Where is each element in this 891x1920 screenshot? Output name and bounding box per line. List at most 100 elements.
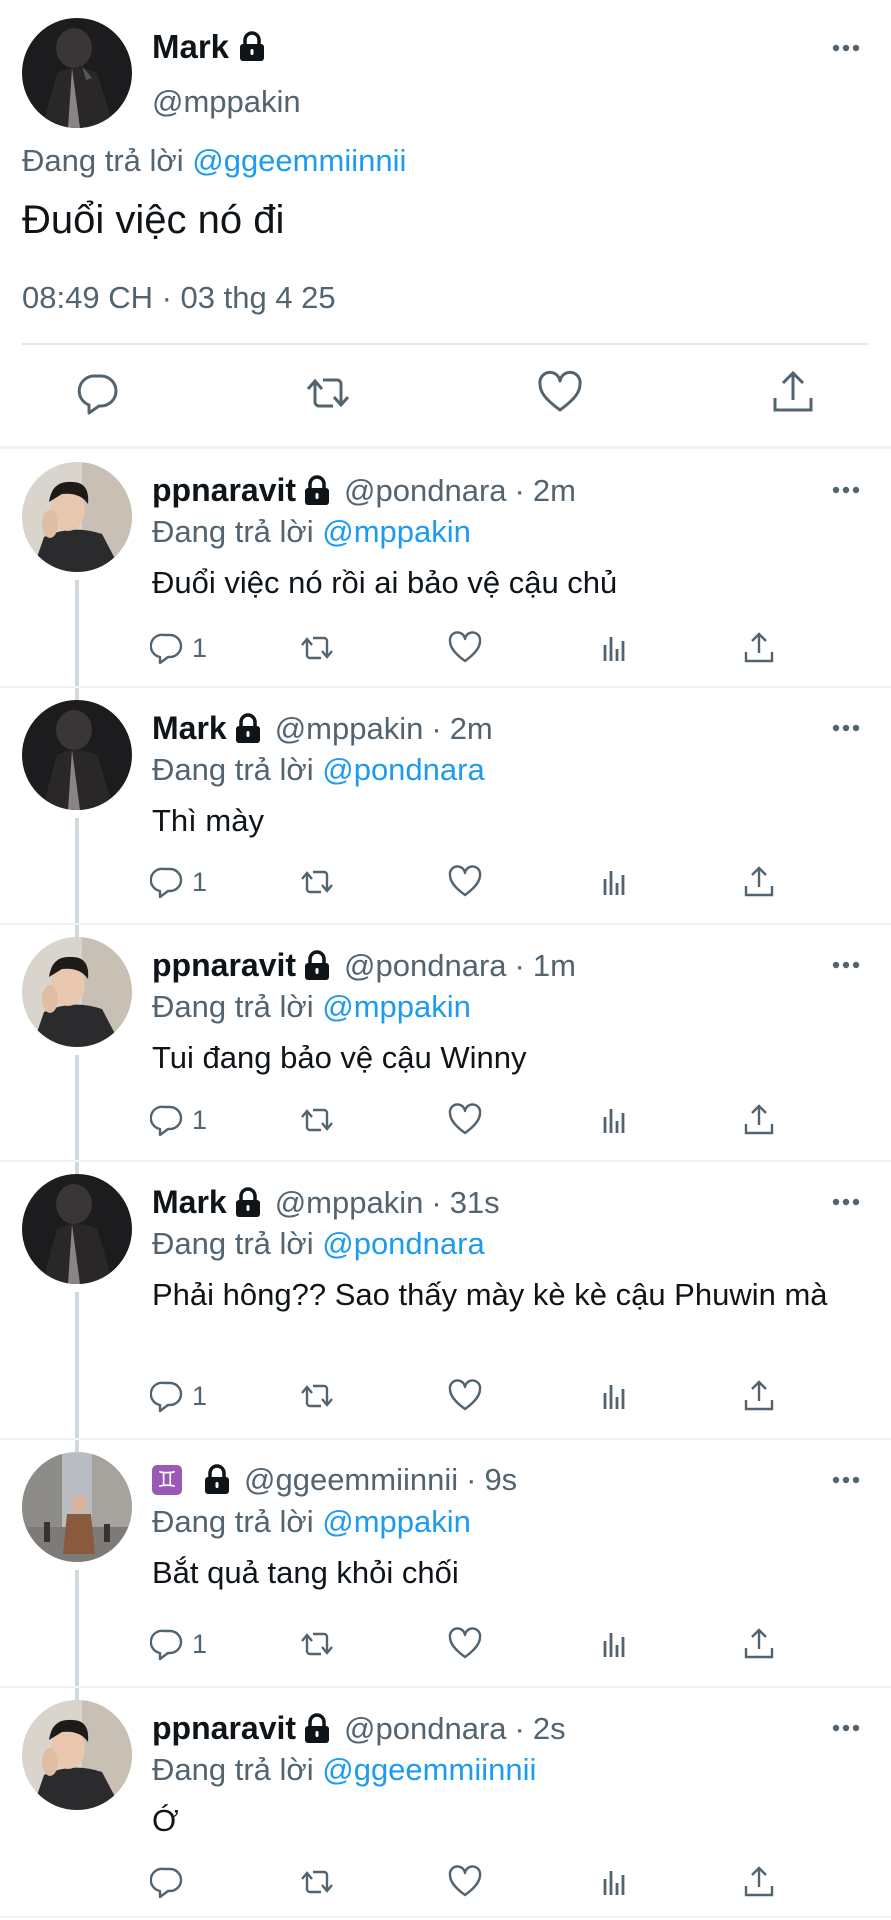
- author-handle[interactable]: @ggeemmiinnii: [244, 1462, 458, 1498]
- share-icon: [744, 1866, 774, 1897]
- view-stats-button[interactable]: [598, 1100, 632, 1140]
- thread-line: [75, 1292, 79, 1452]
- share-button[interactable]: [742, 1624, 776, 1664]
- like-button[interactable]: [448, 1862, 482, 1902]
- reply-button[interactable]: [150, 1862, 192, 1902]
- replying-to-mention[interactable]: @pondnara: [322, 1226, 484, 1261]
- more-options-icon[interactable]: [831, 1720, 861, 1736]
- retweet-button[interactable]: [300, 1100, 334, 1140]
- separator-dot: ·: [431, 710, 442, 746]
- tweet-age[interactable]: 2s: [533, 1711, 566, 1747]
- reply-count: 1: [192, 1380, 208, 1411]
- replying-to-mention[interactable]: @mppakin: [322, 1504, 471, 1539]
- reply-button[interactable]: 1: [150, 1376, 207, 1416]
- reply-button[interactable]: 1: [150, 862, 207, 902]
- more-options-icon[interactable]: [831, 1472, 861, 1488]
- tweet-age[interactable]: 2m: [533, 473, 576, 509]
- replying-to: Đang trả lời @ggeemmiinnii: [152, 1752, 536, 1788]
- like-button[interactable]: [448, 628, 482, 668]
- tweet-text: Đuổi việc nó đi: [22, 198, 285, 242]
- avatar[interactable]: [22, 462, 132, 572]
- tweet-timestamp[interactable]: 08:49 CH · 03 thg 4 25: [22, 280, 336, 316]
- avatar[interactable]: [22, 18, 132, 128]
- avatar[interactable]: [22, 1174, 132, 1284]
- like-icon: [448, 1103, 482, 1135]
- replying-to-label: Đang trả lời: [152, 514, 323, 549]
- tweet-age[interactable]: 1m: [533, 948, 576, 984]
- more-options-icon[interactable]: [831, 40, 861, 56]
- lock-icon: [240, 31, 265, 61]
- reply-button[interactable]: 1: [150, 1624, 207, 1664]
- retweet-icon: [301, 1108, 333, 1132]
- view-stats-button[interactable]: [598, 1376, 632, 1416]
- retweet-icon[interactable]: [305, 370, 351, 416]
- avatar[interactable]: [22, 1452, 132, 1562]
- avatar-mark-image: [22, 700, 132, 810]
- author-name[interactable]: Mark: [152, 28, 229, 66]
- more-options-icon[interactable]: [831, 1194, 861, 1210]
- avatar[interactable]: [22, 937, 132, 1047]
- share-icon[interactable]: [770, 370, 816, 416]
- author-handle[interactable]: @pondnara: [344, 473, 506, 509]
- author-handle[interactable]: @mppakin: [275, 711, 424, 747]
- author-handle[interactable]: @mppakin: [275, 1185, 424, 1221]
- author-handle[interactable]: @pondnara: [344, 948, 506, 984]
- author-handle[interactable]: @mppakin: [152, 84, 301, 120]
- share-button[interactable]: [742, 1376, 776, 1416]
- like-icon[interactable]: [537, 370, 583, 416]
- reply-icon[interactable]: [74, 370, 120, 416]
- like-button[interactable]: [448, 1100, 482, 1140]
- share-button[interactable]: [742, 862, 776, 902]
- share-button[interactable]: [742, 1100, 776, 1140]
- author-name[interactable]: ppnaravit: [152, 947, 296, 984]
- retweet-button[interactable]: [300, 1862, 334, 1902]
- gemini-badge[interactable]: ♊: [152, 1465, 182, 1495]
- replying-to-label: Đang trả lời: [152, 1226, 323, 1261]
- like-button[interactable]: [448, 1376, 482, 1416]
- replying-to-label: Đang trả lời: [152, 752, 323, 787]
- tweet-age[interactable]: 31s: [450, 1185, 500, 1221]
- view-stats-button[interactable]: [598, 1862, 632, 1902]
- reply-icon: [150, 1105, 183, 1137]
- replying-to-mention[interactable]: @ggeemmiinnii: [192, 143, 406, 178]
- avatar-pond-image: [22, 462, 132, 572]
- retweet-button[interactable]: [300, 1624, 334, 1664]
- lock-icon: [205, 1464, 229, 1494]
- share-button[interactable]: [742, 1862, 776, 1902]
- retweet-button[interactable]: [300, 1376, 334, 1416]
- share-icon: [744, 1628, 774, 1659]
- like-button[interactable]: [448, 1624, 482, 1664]
- replying-to-mention[interactable]: @mppakin: [322, 989, 471, 1024]
- author-name[interactable]: ppnaravit: [152, 1710, 296, 1747]
- more-options-icon[interactable]: [831, 957, 861, 973]
- tweet-age[interactable]: 2m: [450, 711, 493, 747]
- author-name[interactable]: Mark: [152, 1184, 227, 1221]
- reply-button[interactable]: 1: [150, 628, 207, 668]
- retweet-button[interactable]: [300, 628, 334, 668]
- view-stats-button[interactable]: [598, 862, 632, 902]
- reply-button[interactable]: 1: [150, 1100, 207, 1140]
- replying-to-mention[interactable]: @mppakin: [322, 514, 471, 549]
- more-options-icon[interactable]: [831, 482, 861, 498]
- author-name[interactable]: Mark: [152, 710, 227, 747]
- view-stats-button[interactable]: [598, 628, 632, 668]
- tweet-age[interactable]: 9s: [484, 1462, 517, 1498]
- main-action-bar: [0, 370, 891, 424]
- action-bar: 1: [0, 1624, 891, 1664]
- reply-icon: [150, 1629, 183, 1661]
- replying-to-mention[interactable]: @ggeemmiinnii: [322, 1752, 536, 1787]
- reply-divider: [0, 1438, 891, 1440]
- more-options-icon[interactable]: [831, 720, 861, 736]
- lock-icon: [235, 712, 260, 743]
- avatar[interactable]: [22, 1700, 132, 1810]
- replying-to-mention[interactable]: @pondnara: [322, 752, 484, 787]
- reply-divider: [0, 686, 891, 688]
- retweet-button[interactable]: [300, 862, 334, 902]
- view-stats-button[interactable]: [598, 1624, 632, 1664]
- reply-icon: [150, 1867, 183, 1899]
- avatar[interactable]: [22, 700, 132, 810]
- share-button[interactable]: [742, 628, 776, 668]
- author-handle[interactable]: @pondnara: [344, 1711, 506, 1747]
- like-button[interactable]: [448, 862, 482, 902]
- author-name[interactable]: ppnaravit: [152, 472, 296, 509]
